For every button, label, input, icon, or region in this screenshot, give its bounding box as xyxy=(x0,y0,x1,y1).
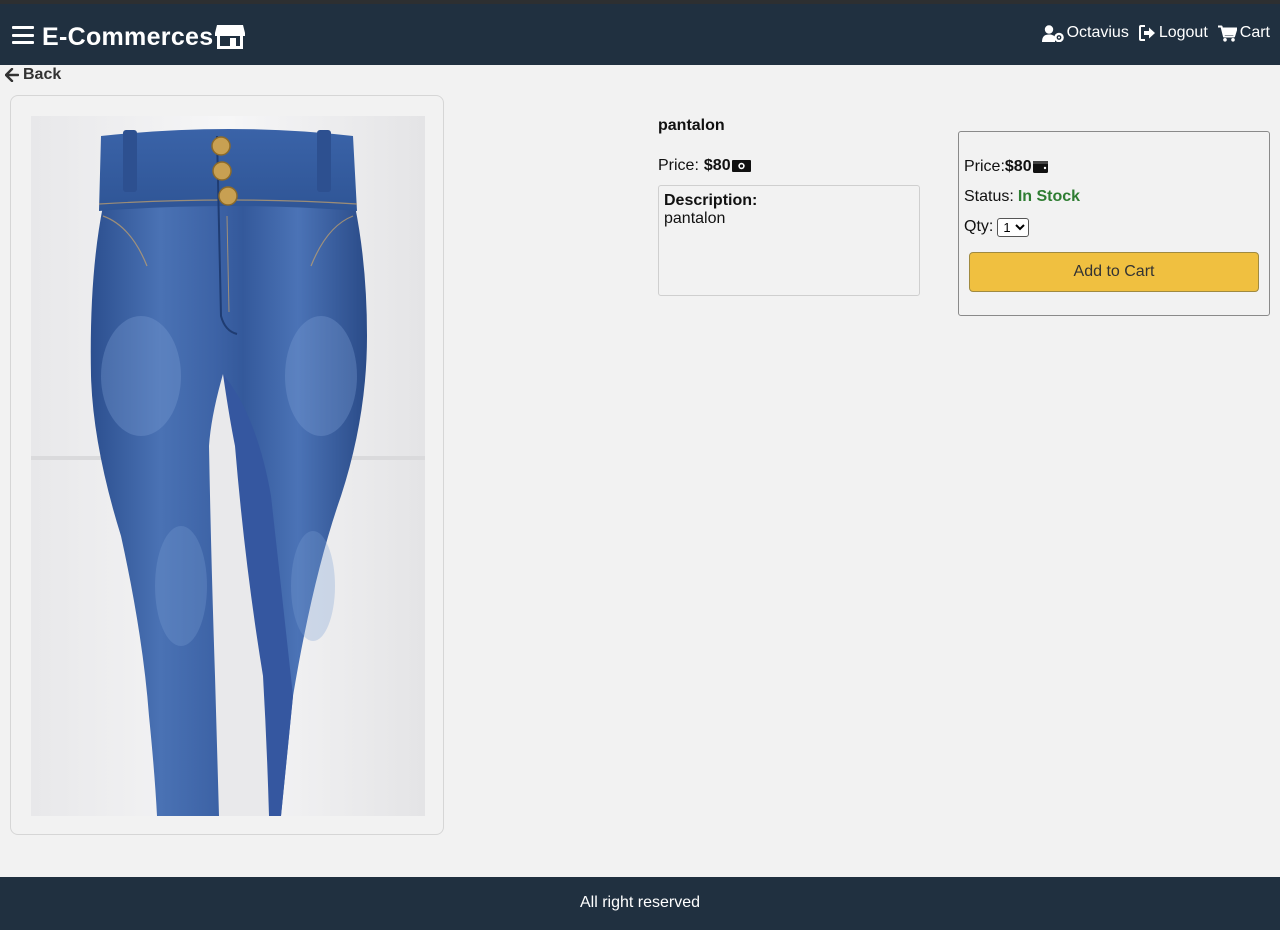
price-value: $80 xyxy=(703,157,731,174)
description-text: pantalon xyxy=(664,210,726,227)
footer-text: All right reserved xyxy=(579,894,701,911)
brand-title[interactable]: E-Commerces xyxy=(42,23,213,52)
sign-out-icon xyxy=(1138,25,1155,41)
user-profile-link[interactable]: Octavius xyxy=(1041,24,1129,42)
arrow-left-icon xyxy=(5,68,19,82)
product-details: pantalon Price: $80 Description: pantalo… xyxy=(658,117,920,296)
description-label: Description: xyxy=(664,192,758,209)
store-icon xyxy=(215,25,245,49)
cart-qty-row: Qty: 1 xyxy=(964,212,1264,242)
back-label: Back xyxy=(23,66,62,83)
back-link[interactable]: Back xyxy=(5,66,61,84)
user-nav: Octavius Logout Cart xyxy=(1041,24,1270,42)
top-navbar: E-Commerces Octavius Logout Cart xyxy=(0,4,1280,65)
product-image xyxy=(31,116,425,816)
description-box: Description: pantalon xyxy=(658,185,920,296)
wallet-icon xyxy=(1032,161,1048,173)
status-value: In Stock xyxy=(1017,188,1081,205)
qty-select[interactable]: 1 xyxy=(997,217,1030,237)
footer: All right reserved xyxy=(0,877,1280,930)
cart-link[interactable]: Cart xyxy=(1217,24,1270,42)
add-to-cart-button[interactable]: Add to Cart xyxy=(969,252,1259,292)
cart-label: Cart xyxy=(1239,24,1270,41)
qty-label: Qty: xyxy=(964,218,994,235)
status-label: Status: xyxy=(964,188,1014,205)
add-to-cart-panel: Price: $80 Status: In Stock Qty: 1 Add t… xyxy=(958,131,1270,316)
menu-icon[interactable] xyxy=(12,25,34,45)
price-line: Price: $80 xyxy=(658,157,920,175)
cart-status-row: Status: In Stock xyxy=(964,182,1264,212)
user-name: Octavius xyxy=(1066,24,1129,41)
price-label: Price: xyxy=(658,157,699,174)
money-bill-icon xyxy=(731,160,751,172)
cart-price-row: Price: $80 xyxy=(964,152,1264,182)
cart-price-label: Price: xyxy=(964,158,1005,175)
product-name: pantalon xyxy=(658,117,725,134)
logout-link[interactable]: Logout xyxy=(1138,24,1208,42)
user-gear-icon xyxy=(1041,24,1064,42)
product-image-card xyxy=(10,95,444,835)
cart-price-value: $80 xyxy=(1004,158,1032,175)
logout-label: Logout xyxy=(1158,24,1208,41)
shopping-cart-icon xyxy=(1217,25,1237,42)
